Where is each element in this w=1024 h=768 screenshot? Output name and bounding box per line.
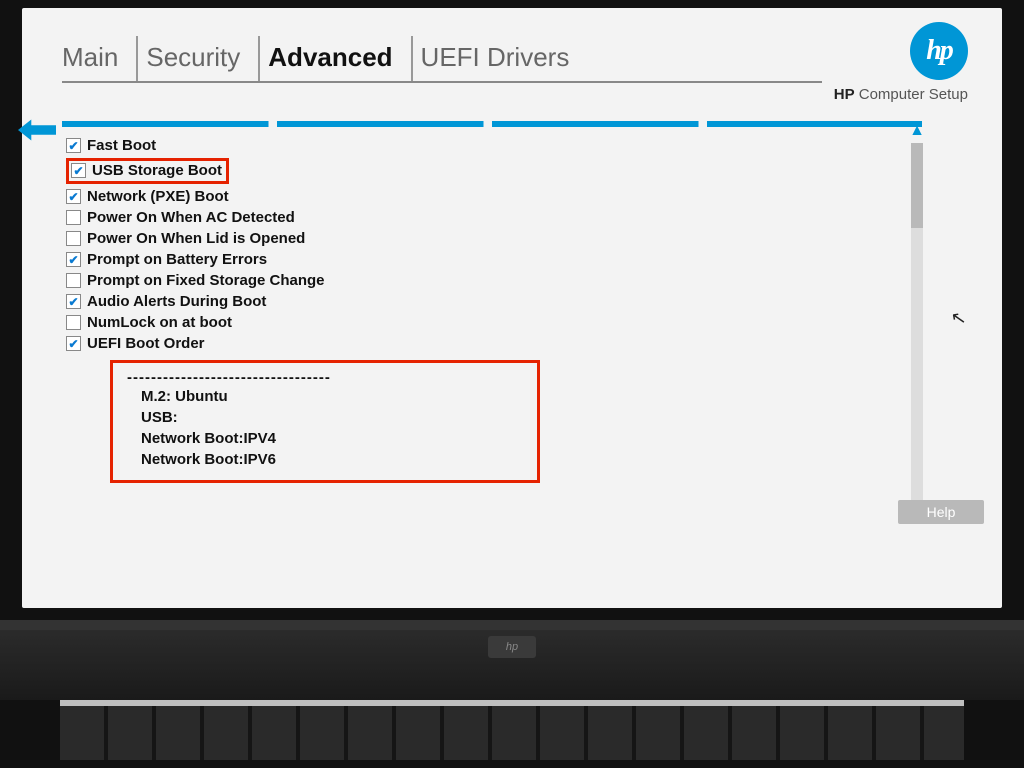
laptop-brand-badge: hp: [488, 636, 536, 658]
tab-main[interactable]: Main: [62, 36, 136, 81]
boot-order-entry[interactable]: Network Boot:IPV4: [127, 428, 525, 449]
laptop-bezel: hp: [0, 620, 1024, 700]
tab-advanced[interactable]: Advanced: [258, 36, 410, 81]
option-row[interactable]: Prompt on Fixed Storage Change: [66, 270, 922, 291]
option-label: Power On When AC Detected: [87, 209, 295, 226]
option-row[interactable]: UEFI Boot Order: [66, 333, 922, 354]
scroll-thumb[interactable]: [911, 143, 923, 228]
option-row[interactable]: Power On When AC Detected: [66, 207, 922, 228]
scroll-up-icon[interactable]: ▲: [909, 123, 925, 139]
subtitle-text: Computer Setup: [855, 86, 968, 103]
option-label: Prompt on Fixed Storage Change: [87, 272, 325, 289]
checkbox[interactable]: [66, 336, 81, 351]
option-row[interactable]: Audio Alerts During Boot: [66, 291, 922, 312]
checkbox[interactable]: [66, 273, 81, 288]
tab-uefi-drivers[interactable]: UEFI Drivers: [411, 36, 588, 81]
panel-top-border: [62, 121, 922, 127]
option-label: Audio Alerts During Boot: [87, 293, 266, 310]
scroll-track[interactable]: [911, 143, 923, 503]
boot-order-entry[interactable]: Network Boot:IPV6: [127, 449, 525, 470]
option-row[interactable]: Network (PXE) Boot: [66, 186, 922, 207]
checkbox[interactable]: [66, 252, 81, 267]
options-panel: ▲ ▼ Fast BootUSB Storage BootNetwork (PX…: [62, 121, 922, 483]
content-area: ▲ ▼ Fast BootUSB Storage BootNetwork (PX…: [62, 121, 972, 483]
checkbox[interactable]: [66, 138, 81, 153]
branding-area: hp HP Computer Setup: [834, 22, 968, 103]
hp-logo: hp: [910, 22, 968, 80]
option-label: Prompt on Battery Errors: [87, 251, 267, 268]
highlight-box: USB Storage Boot: [66, 158, 229, 184]
option-row[interactable]: USB Storage Boot: [66, 156, 922, 186]
option-row[interactable]: Power On When Lid is Opened: [66, 228, 922, 249]
option-label: Power On When Lid is Opened: [87, 230, 305, 247]
option-label: UEFI Boot Order: [87, 335, 205, 352]
checkbox[interactable]: [66, 294, 81, 309]
app-subtitle: HP Computer Setup: [834, 86, 968, 103]
options-list: Fast Boot USB Storage Boot Network (PXE) B…: [66, 135, 922, 354]
option-label: NumLock on at boot: [87, 314, 232, 331]
checkbox[interactable]: [66, 210, 81, 225]
cursor-icon: ↖: [949, 307, 968, 330]
tab-bar: Main Security Advanced UEFI Drivers: [62, 36, 822, 83]
boot-order-separator: ----------------------------------: [127, 369, 525, 386]
boot-order-entry[interactable]: M.2: Ubuntu: [127, 386, 525, 407]
scrollbar[interactable]: ▲ ▼: [906, 123, 928, 523]
help-button[interactable]: Help: [898, 500, 984, 524]
checkbox[interactable]: [66, 315, 81, 330]
back-arrow-icon[interactable]: [18, 119, 56, 141]
bios-screen: hp HP Computer Setup Main Security Advan…: [22, 8, 1002, 608]
checkbox[interactable]: [66, 231, 81, 246]
option-row[interactable]: Prompt on Battery Errors: [66, 249, 922, 270]
boot-order-entries: M.2: UbuntuUSB:Network Boot:IPV4Network …: [127, 386, 525, 470]
checkbox[interactable]: [71, 163, 86, 178]
checkbox[interactable]: [66, 189, 81, 204]
option-row[interactable]: NumLock on at boot: [66, 312, 922, 333]
subtitle-brand: HP: [834, 86, 855, 103]
boot-order-box: ---------------------------------- M.2: …: [110, 360, 540, 483]
option-label: Network (PXE) Boot: [87, 188, 229, 205]
laptop-keyboard: [60, 700, 964, 760]
option-label: Fast Boot: [87, 137, 156, 154]
tab-security[interactable]: Security: [136, 36, 258, 81]
option-row[interactable]: Fast Boot: [66, 135, 922, 156]
option-label: USB Storage Boot: [92, 162, 222, 179]
boot-order-entry[interactable]: USB:: [127, 407, 525, 428]
